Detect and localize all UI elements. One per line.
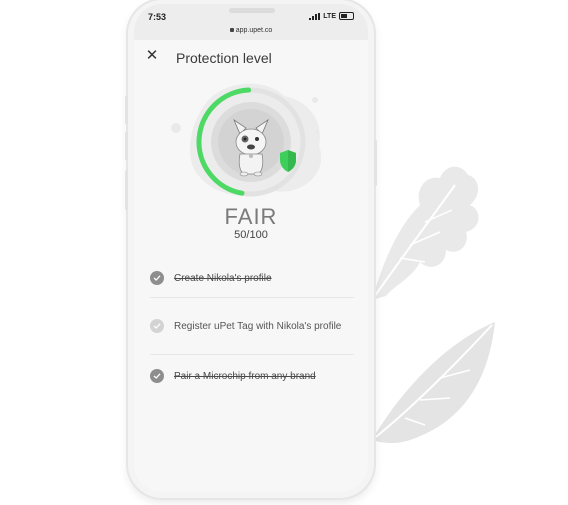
task-label: Pair a Microchip from any brand xyxy=(174,370,316,382)
volume-down-button xyxy=(125,132,128,160)
battery-icon xyxy=(339,12,354,20)
protection-score: 50/100 xyxy=(234,229,268,241)
blob-dot-1 xyxy=(171,123,181,133)
volume-up-button xyxy=(125,96,128,124)
task-list: Create Nikola's profile Register uPet Ta… xyxy=(134,259,368,397)
status-time: 7:53 xyxy=(148,12,167,22)
phone-screen: 7:53 LTE app.upet.co ✕ Protection level xyxy=(134,4,368,492)
url-bar[interactable]: app.upet.co xyxy=(134,26,368,40)
signal-icon xyxy=(309,12,321,20)
task-item-create-profile[interactable]: Create Nikola's profile xyxy=(150,259,354,298)
check-icon xyxy=(150,271,164,285)
status-indicators: LTE xyxy=(309,12,354,20)
protection-level-label: FAIR xyxy=(224,204,278,229)
speaker-notch xyxy=(229,8,275,13)
protection-graphic xyxy=(171,83,322,197)
mute-switch xyxy=(125,170,128,210)
task-item-pair-microchip[interactable]: Pair a Microchip from any brand xyxy=(150,355,354,397)
stage: 7:53 LTE app.upet.co ✕ Protection level xyxy=(0,0,568,505)
url-text: app.upet.co xyxy=(235,27,273,34)
blob-dot-2 xyxy=(312,97,318,103)
task-label: Create Nikola's profile xyxy=(174,272,272,284)
check-icon xyxy=(150,319,164,333)
close-icon[interactable]: ✕ xyxy=(144,48,160,64)
check-icon xyxy=(150,369,164,383)
blob-dot-3 xyxy=(315,130,319,134)
lock-icon xyxy=(229,28,234,32)
protection-hero xyxy=(134,76,368,202)
page-header: ✕ Protection level xyxy=(134,40,368,76)
status-bar: 7:53 LTE xyxy=(134,4,368,26)
page-title: Protection level xyxy=(176,50,272,66)
power-button xyxy=(374,140,377,186)
network-label: LTE xyxy=(323,12,336,20)
phone-frame: 7:53 LTE app.upet.co ✕ Protection level xyxy=(128,0,374,498)
task-label: Register uPet Tag with Nikola's profile xyxy=(174,320,342,332)
task-item-register-tag[interactable]: Register uPet Tag with Nikola's profile xyxy=(150,298,354,355)
